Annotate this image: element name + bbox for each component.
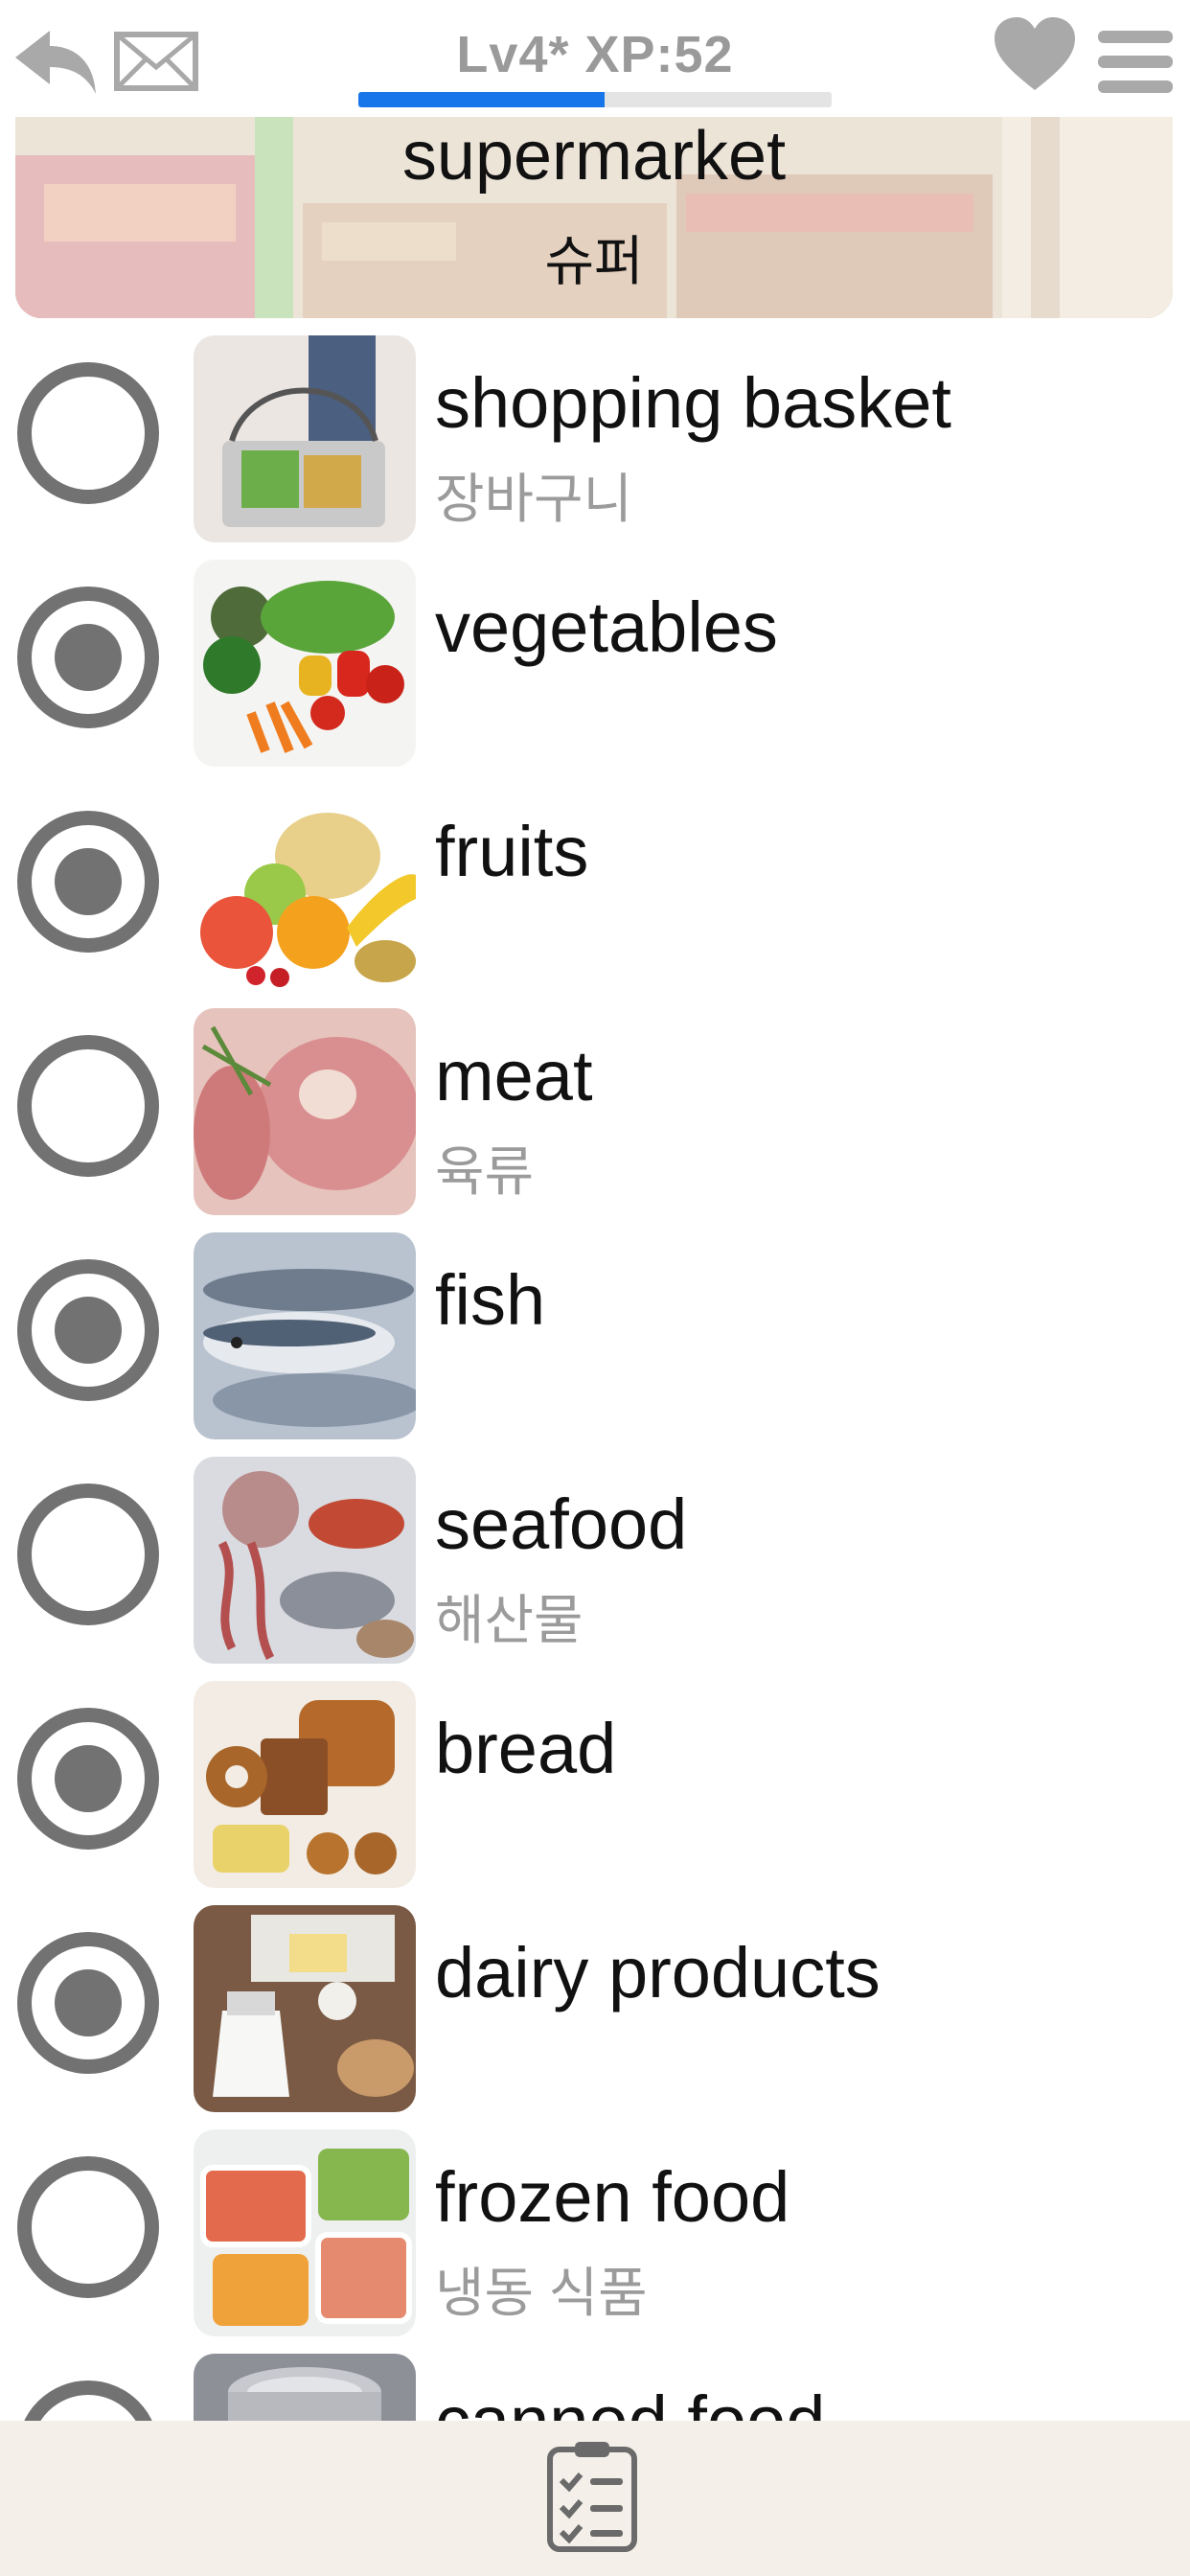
list-item-frozen-food[interactable]: frozen food 냉동 식품: [0, 2120, 1190, 2344]
bottom-bar: [0, 2421, 1190, 2576]
checklist-icon[interactable]: [544, 2440, 640, 2555]
category-banner: supermarket 슈퍼: [15, 117, 1173, 318]
word-label: fish: [435, 1260, 546, 1340]
word-translation: 육류: [435, 1141, 535, 1202]
radio-selected-dot: [55, 624, 122, 691]
heart-icon[interactable]: [991, 13, 1079, 94]
word-label: frozen food: [435, 2157, 790, 2237]
word-translation: 냉동 식품: [435, 2263, 648, 2323]
radio-button[interactable]: [17, 1035, 159, 1177]
word-label: seafood: [435, 1484, 688, 1564]
word-label: dairy products: [435, 1933, 881, 2012]
menu-icon[interactable]: [1096, 27, 1175, 96]
fish-image: [194, 1232, 416, 1439]
xp-progress-bar: [358, 92, 832, 107]
radio-selected-dot: [55, 848, 122, 915]
list-item-vegetables[interactable]: vegetables: [0, 550, 1190, 774]
category-title: supermarket: [401, 118, 787, 195]
list-item-fruits[interactable]: fruits: [0, 774, 1190, 999]
list-item-fish[interactable]: fish: [0, 1223, 1190, 1447]
list-item-shopping-basket[interactable]: shopping basket 장바구니: [0, 326, 1190, 550]
radio-button[interactable]: [17, 1259, 159, 1401]
xp-progress-fill: [358, 92, 605, 107]
word-translation: 장바구니: [435, 469, 633, 529]
word-label: vegetables: [435, 587, 778, 667]
seafood-image: [194, 1457, 416, 1664]
top-bar: Lv4* XP:52: [0, 0, 1190, 117]
radio-button[interactable]: [17, 1932, 159, 2074]
list-item-meat[interactable]: meat 육류: [0, 999, 1190, 1223]
radio-button[interactable]: [17, 1708, 159, 1850]
word-label: fruits: [435, 812, 589, 891]
list-item-seafood[interactable]: seafood 해산물: [0, 1447, 1190, 1671]
word-label: meat: [435, 1036, 593, 1116]
shopping-basket-image: [194, 335, 416, 542]
radio-selected-dot: [55, 1969, 122, 2036]
frozen-food-image: [194, 2129, 416, 2336]
radio-selected-dot: [55, 1297, 122, 1364]
radio-button[interactable]: [17, 586, 159, 728]
vegetables-image: [194, 560, 416, 767]
fruits-image: [194, 784, 416, 991]
word-translation: 해산물: [435, 1590, 584, 1650]
word-label: shopping basket: [435, 363, 951, 443]
list-item-bread[interactable]: bread: [0, 1671, 1190, 1896]
bread-image: [194, 1681, 416, 1888]
meat-image: [194, 1008, 416, 1215]
radio-selected-dot: [55, 1745, 122, 1812]
list-item-dairy-products[interactable]: dairy products: [0, 1896, 1190, 2120]
word-label: bread: [435, 1709, 617, 1788]
radio-button[interactable]: [17, 2156, 159, 2298]
dairy-products-image: [194, 1905, 416, 2112]
radio-button[interactable]: [17, 362, 159, 504]
radio-button[interactable]: [17, 1484, 159, 1625]
radio-button[interactable]: [17, 811, 159, 953]
category-translation: 슈퍼: [544, 231, 644, 291]
